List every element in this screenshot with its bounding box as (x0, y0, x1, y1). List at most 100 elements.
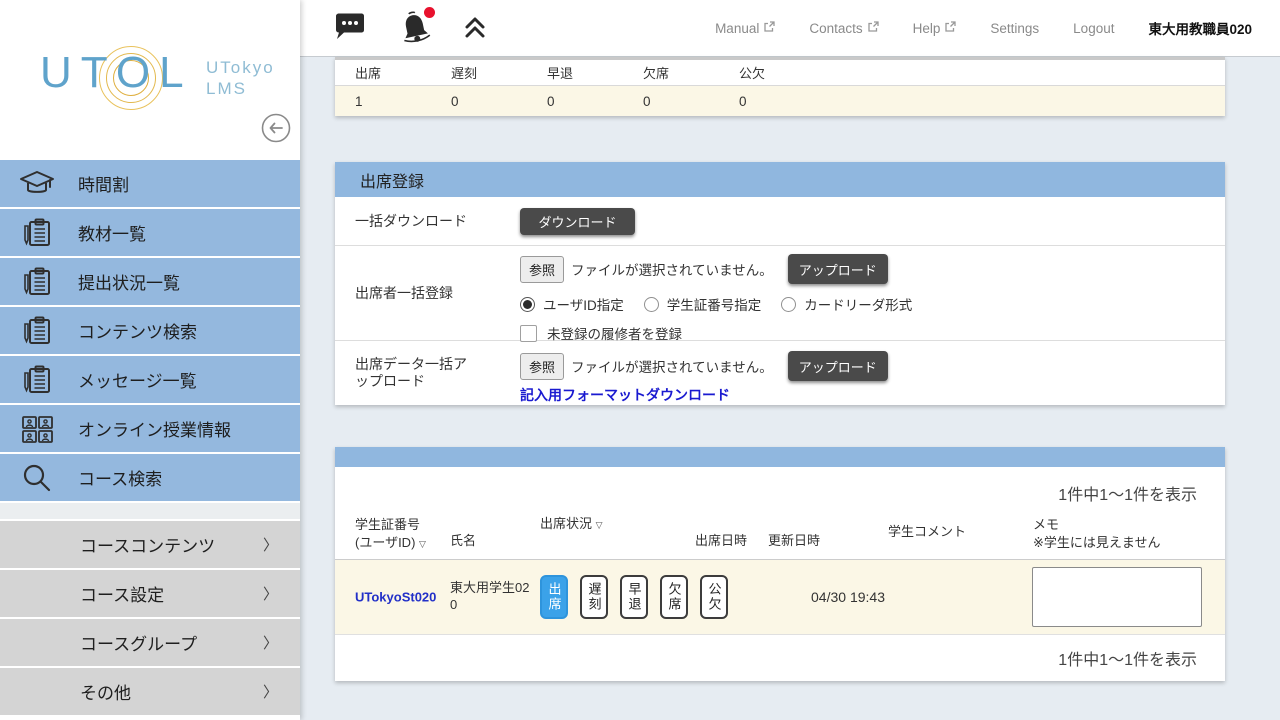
browse-file-button[interactable]: 参照 (520, 353, 564, 380)
external-link-icon (944, 21, 956, 36)
sidebar-item-course-group[interactable]: コースグループ 〉 (0, 619, 300, 666)
sidebar-item-label: 提出状況一覧 (78, 269, 180, 294)
attendee-bulk-register-row: 出席者一括登録 参照 ファイルが選択されていません。 アップロード ユーザID指… (335, 246, 1225, 341)
column-header-memo: メモ ※学生には見えません (1033, 516, 1161, 552)
sidebar-menu: 時間割 教材一覧 提出状況一覧 (0, 160, 300, 717)
column-header-attend-time: 出席日時 (695, 532, 747, 550)
sidebar-item-label: メッセージ一覧 (78, 367, 197, 392)
sort-icon[interactable]: ▽ (419, 539, 426, 549)
summary-header-early-leave: 早退 (547, 63, 643, 82)
manual-link[interactable]: Manual (715, 21, 775, 36)
external-link-icon (867, 21, 879, 36)
radio-card-reader[interactable] (781, 297, 796, 312)
radio-user-id[interactable] (520, 297, 535, 312)
register-unenrolled-label: 未登録の履修者を登録 (547, 323, 682, 343)
summary-header-late: 遅刻 (451, 63, 547, 82)
sidebar-item-content-search[interactable]: コンテンツ検索 (0, 307, 300, 354)
summary-header-excused: 公欠 (739, 63, 835, 82)
student-id-link[interactable]: UTokyoSt020 (355, 590, 436, 605)
result-count-top: 1件中1〜1件を表示 (1058, 481, 1197, 505)
sidebar-item-label: 教材一覧 (78, 220, 146, 245)
double-chevron-up-icon[interactable] (462, 15, 488, 41)
help-link[interactable]: Help (913, 21, 957, 36)
format-download-link[interactable]: 記入用フォーマットダウンロード (520, 385, 730, 405)
sidebar-item-label: オンライン授業情報 (78, 416, 231, 441)
sidebar-item-course-settings[interactable]: コース設定 〉 (0, 570, 300, 617)
status-button-early-leave[interactable]: 早退 (620, 575, 648, 619)
sidebar-item-timetable[interactable]: 時間割 (0, 160, 300, 207)
radio-student-card-number-label: 学生証番号指定 (667, 294, 762, 314)
summary-value-late: 0 (451, 94, 547, 109)
table-header: 1件中1〜1件を表示 学生証番号 (ユーザID) ▽ 氏名 出席状況 ▽ 出席日… (335, 467, 1225, 560)
summary-header-row: 出席 遅刻 早退 欠席 公欠 (335, 60, 1225, 86)
browse-file-button[interactable]: 参照 (520, 256, 564, 283)
student-name: 東大用学生020 (450, 580, 534, 614)
search-icon (18, 463, 56, 493)
status-button-absent[interactable]: 欠席 (660, 575, 688, 619)
sidebar-item-course-contents[interactable]: コースコンテンツ 〉 (0, 521, 300, 568)
sidebar-item-label: コース設定 (80, 581, 164, 606)
sidebar-item-label: 時間割 (78, 171, 129, 196)
memo-input[interactable] (1032, 567, 1202, 627)
online-class-icon (18, 414, 56, 444)
radio-user-id-label: ユーザID指定 (543, 294, 624, 314)
bulk-download-label: 一括ダウンロード (335, 197, 520, 245)
utol-logo-subtitle: UTokyo LMS (206, 57, 275, 99)
summary-header-absent: 欠席 (643, 63, 739, 82)
menu-section-divider (0, 503, 300, 519)
sort-icon[interactable]: ▽ (596, 520, 603, 530)
sidebar-item-label: コース検索 (78, 465, 162, 490)
register-unenrolled-checkbox[interactable] (520, 325, 537, 342)
attendance-register-section: 出席登録 一括ダウンロード ダウンロード 出席者一括登録 参照 ファイルが選択さ… (335, 162, 1225, 405)
topbar: Manual Contacts Help (300, 0, 1280, 57)
settings-link[interactable]: Settings (990, 21, 1039, 36)
summary-value-present: 1 (355, 94, 451, 109)
logout-link[interactable]: Logout (1073, 21, 1114, 36)
logout-link-label: Logout (1073, 21, 1114, 36)
download-button[interactable]: ダウンロード (520, 208, 635, 235)
upload-button[interactable]: アップロード (788, 254, 888, 284)
sidebar-item-others[interactable]: その他 〉 (0, 668, 300, 715)
clipboard-icon (18, 267, 56, 297)
sidebar-collapse-button[interactable] (261, 113, 291, 143)
table-footer: 1件中1〜1件を表示 (335, 635, 1225, 681)
no-file-selected-text: ファイルが選択されていません。 (571, 259, 773, 279)
status-button-late[interactable]: 遅刻 (580, 575, 608, 619)
table-row: UTokyoSt020 東大用学生020 出席 遅刻 早退 欠席 公欠 04/3… (335, 560, 1225, 635)
sidebar-item-label: その他 (80, 679, 131, 704)
chat-bubble-icon[interactable] (332, 12, 368, 44)
clipboard-icon (18, 365, 56, 395)
table-top-bar (335, 447, 1225, 467)
external-link-icon (763, 21, 775, 36)
contacts-link-label: Contacts (809, 21, 862, 36)
logo-area: UTOL UTokyo LMS (0, 0, 300, 160)
notification-bell-icon[interactable] (398, 11, 432, 45)
radio-student-card-number[interactable] (644, 297, 659, 312)
column-header-update-time: 更新日時 (768, 532, 820, 550)
column-header-status[interactable]: 出席状況 ▽ (540, 515, 603, 533)
sidebar-item-submission-status[interactable]: 提出状況一覧 (0, 258, 300, 305)
topbar-icons (332, 11, 488, 45)
sidebar-item-label: コースコンテンツ (80, 532, 215, 557)
sidebar-item-messages[interactable]: メッセージ一覧 (0, 356, 300, 403)
notification-dot (424, 7, 435, 18)
sidebar-item-course-search[interactable]: コース検索 (0, 454, 300, 501)
summary-header-present: 出席 (355, 63, 451, 82)
logo-subtitle-line2: LMS (206, 78, 275, 99)
upload-button[interactable]: アップロード (788, 351, 888, 381)
logo-subtitle-line1: UTokyo (206, 57, 275, 78)
summary-value-excused: 0 (739, 94, 835, 109)
sidebar-item-online-class[interactable]: オンライン授業情報 (0, 405, 300, 452)
sidebar-item-label: コンテンツ検索 (78, 318, 197, 343)
attendance-summary-table: 出席 遅刻 早退 欠席 公欠 1 0 0 0 0 (335, 57, 1225, 116)
contacts-link[interactable]: Contacts (809, 21, 878, 36)
status-button-present[interactable]: 出席 (540, 575, 568, 619)
summary-value-row: 1 0 0 0 0 (335, 86, 1225, 116)
sidebar-item-materials[interactable]: 教材一覧 (0, 209, 300, 256)
radio-card-reader-label: カードリーダ形式 (804, 294, 912, 314)
column-header-student-id[interactable]: 学生証番号 (ユーザID) ▽ (355, 516, 426, 552)
help-link-label: Help (913, 21, 941, 36)
attendance-data-upload-row: 出席データ一括アップロード 参照 ファイルが選択されていません。 アップロード … (335, 341, 1225, 405)
update-datetime: 04/30 19:43 (793, 589, 903, 605)
status-button-excused[interactable]: 公欠 (700, 575, 728, 619)
